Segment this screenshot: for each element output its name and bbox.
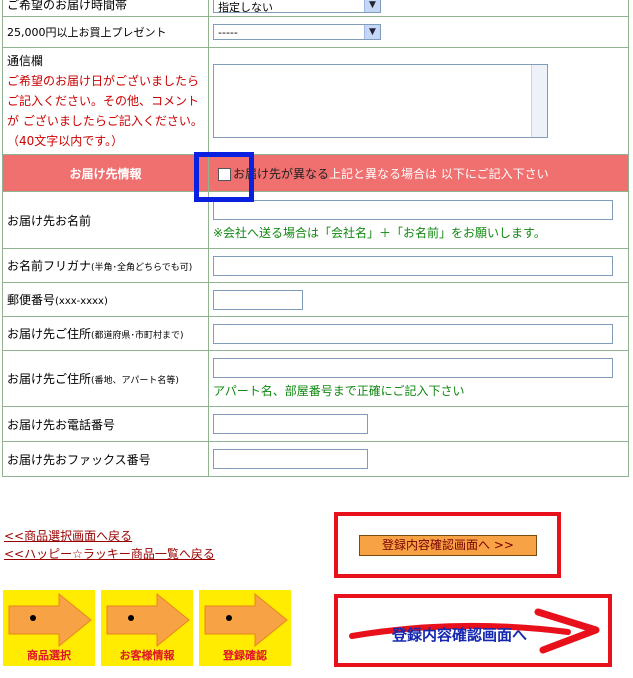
order-form-table: ご希望のお届け時間帯 指定しない ▼ 25,000円以上お買上プレゼント ----… [2,0,629,477]
shipping-header: お届け先情報 [2,154,209,192]
message-label: 通信欄 [7,54,44,68]
addr2-label: お届け先ご住所 [7,372,92,386]
zip-label: 郵便番号 [7,293,56,307]
step-label: お客様情報 [119,649,175,662]
time-label: ご希望のお届け時間帯 [2,0,209,17]
name-label: お届け先お名前 [2,191,209,249]
time-select[interactable]: 指定しない ▼ [213,0,381,14]
step-confirm[interactable]: 登録確認 [199,590,291,666]
address2-note: アパート名、部屋番号まで正確にご記入下さい [213,384,465,398]
arrow-icon [8,592,92,648]
address2-input[interactable] [213,358,613,378]
fax-label: お届け先おファックス番号 [2,441,209,477]
big-confirm-label: 登録内容確認画面へ [392,626,528,644]
back-to-select-link[interactable]: <<商品選択画面へ戻る [4,527,132,544]
chevron-down-icon: ▼ [364,25,380,39]
phone-label: お届け先お電話番号 [2,406,209,442]
address1-input[interactable] [213,323,613,344]
phone-input[interactable] [213,414,368,434]
name-input[interactable] [213,199,613,220]
scrollbar[interactable] [531,65,547,137]
back-to-list-link[interactable]: <<ハッピー☆ラッキー商品一覧へ戻る [4,545,215,562]
step-customer-info[interactable]: お客様情報 [101,590,193,666]
zip-input[interactable] [213,289,303,310]
addr1-hint: (都道府県･市町村まで) [91,331,184,341]
highlight-box [194,152,254,202]
message-textarea[interactable] [213,64,548,138]
step-label: 商品選択 [27,649,71,662]
addr1-label: お届け先ご住所 [7,327,92,341]
arrow-icon [106,592,190,648]
step-label: 登録確認 [223,649,267,662]
present-select[interactable]: ----- ▼ [213,24,381,40]
kana-label: お名前フリガナ [7,259,92,273]
kana-input[interactable] [213,255,613,276]
message-note: ご希望のお届け日がございましたらご記入ください。その他、コメントが ございました… [7,74,203,148]
arrow-icon [204,592,288,648]
confirm-button[interactable]: 登録内容確認画面へ >> [359,535,537,556]
name-note: ※会社へ送る場合は「会社名」＋「お名前」をお願いします。 [213,225,546,240]
addr2-hint: (番地、アパート名等) [91,376,179,386]
present-label: 25,000円以上お買上プレゼント [2,16,209,48]
checkbox-note: 上記と異なる場合は 以下にご記入下さい [329,166,549,181]
zip-hint: (xxx-xxxx) [55,296,108,307]
chevron-down-icon: ▼ [364,0,380,12]
step-product-select[interactable]: 商品選択 [3,590,95,666]
kana-hint: (半角･全角どちらでも可) [91,263,193,273]
fax-input[interactable] [213,449,368,469]
